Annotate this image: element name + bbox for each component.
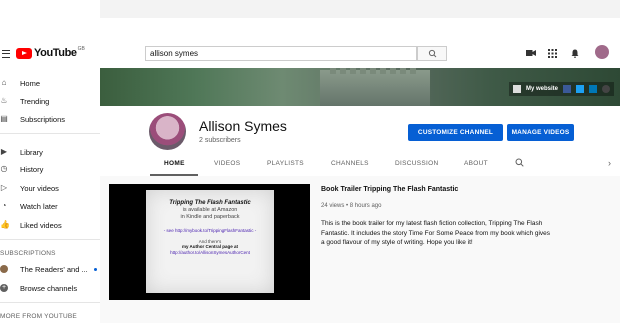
library-icon: ▶ bbox=[0, 147, 8, 156]
twitter-icon[interactable] bbox=[576, 85, 584, 93]
account-avatar[interactable] bbox=[595, 45, 609, 59]
plus-circle-icon: + bbox=[0, 284, 8, 292]
history-icon: ◷ bbox=[0, 164, 8, 173]
tab-channels[interactable]: CHANNELS bbox=[331, 160, 369, 167]
youtube-play-icon bbox=[16, 47, 32, 59]
banner-links: My website bbox=[508, 82, 614, 96]
flame-icon: ♨ bbox=[0, 96, 8, 105]
search-button[interactable] bbox=[417, 46, 447, 61]
home-icon: ⌂ bbox=[1, 78, 7, 87]
thumb-title: Tripping The Flash Fantastic bbox=[169, 200, 251, 206]
top-strip-shade bbox=[100, 0, 620, 18]
channel-avatar-icon bbox=[0, 265, 8, 273]
sidebar-item-label: Browse channels bbox=[20, 283, 78, 293]
video-description: This is the book trailer for my latest f… bbox=[321, 220, 551, 246]
notifications-icon[interactable] bbox=[571, 49, 579, 58]
channel-avatar bbox=[149, 113, 186, 150]
sidebar-item-label: Your videos bbox=[20, 183, 59, 193]
create-video-icon[interactable] bbox=[526, 49, 536, 57]
subscriptions-icon: ▤ bbox=[0, 114, 8, 123]
search-icon bbox=[428, 49, 437, 58]
thumbs-up-icon: 👍 bbox=[0, 220, 10, 229]
sidebar-item-trending[interactable]: ♨ Trending bbox=[0, 93, 100, 109]
tab-videos[interactable]: VIDEOS bbox=[214, 160, 240, 167]
sidebar-item-library[interactable]: ▶ Library bbox=[0, 144, 100, 160]
new-content-dot-icon bbox=[93, 267, 97, 271]
apps-icon[interactable] bbox=[548, 49, 557, 58]
subscriber-count: 2 subscribers bbox=[199, 137, 241, 144]
more-from-youtube-heading: MORE FROM YOUTUBE bbox=[0, 313, 77, 320]
youtube-logo[interactable]: YouTube GB bbox=[16, 46, 85, 59]
menu-icon[interactable] bbox=[2, 50, 10, 58]
tab-home[interactable]: HOME bbox=[164, 160, 185, 167]
clock-icon: ◔ bbox=[1, 201, 7, 210]
sidebar: ⌂ Home ♨ Trending ▤ Subscriptions ▶ Library … bbox=[0, 70, 100, 323]
sidebar-item-label: Library bbox=[20, 147, 43, 157]
search-input[interactable]: allison symes bbox=[145, 46, 417, 61]
channel-tabs: HOME VIDEOS PLAYLISTS CHANNELS DISCUSSIO… bbox=[100, 152, 620, 176]
sidebar-item-label: Subscriptions bbox=[20, 114, 66, 124]
thumb-line: is available at Amazon bbox=[182, 207, 238, 213]
sidebar-item-history[interactable]: ◷ History bbox=[0, 161, 100, 177]
tab-about[interactable]: ABOUT bbox=[464, 160, 488, 167]
browser-top-strip bbox=[0, 0, 620, 18]
sidebar-divider bbox=[0, 302, 100, 303]
play-icon: ▷ bbox=[0, 183, 8, 192]
video-title[interactable]: Book Trailer Tripping The Flash Fantasti… bbox=[321, 186, 458, 193]
manage-videos-button[interactable]: MANAGE VIDEOS bbox=[507, 124, 574, 141]
banner-castle-image bbox=[320, 68, 430, 106]
customize-channel-button[interactable]: CUSTOMIZE CHANNEL bbox=[408, 124, 503, 141]
website-link[interactable]: My website bbox=[526, 86, 558, 92]
chevron-right-icon[interactable]: › bbox=[608, 158, 611, 168]
website-icon bbox=[512, 85, 521, 93]
logo-text: YouTube bbox=[34, 47, 77, 59]
thumb-link: http://author.to/AllisonSymesAuthorCent bbox=[170, 250, 250, 255]
video-meta: 24 views • 8 hours ago bbox=[321, 203, 382, 209]
video-thumbnail-text: Tripping The Flash Fantastic is availabl… bbox=[146, 190, 274, 293]
sidebar-item-label: The Readers' and ... bbox=[20, 264, 88, 274]
tab-playlists[interactable]: PLAYLISTS bbox=[267, 160, 304, 167]
sidebar-item-browse-channels[interactable]: + Browse channels bbox=[0, 280, 100, 296]
sidebar-item-readers[interactable]: The Readers' and ... bbox=[0, 261, 100, 277]
sidebar-item-watch-later[interactable]: ◔ Watch later bbox=[0, 198, 100, 214]
sidebar-item-label: Home bbox=[20, 78, 41, 88]
thumb-line: my Author Central page at bbox=[181, 244, 239, 249]
sidebar-item-liked-videos[interactable]: 👍 Liked videos bbox=[0, 217, 100, 233]
thumb-link: - see http://mybook.to/TrippingFlashFant… bbox=[163, 228, 257, 233]
facebook-icon[interactable] bbox=[563, 85, 571, 93]
logo-country: GB bbox=[77, 46, 85, 52]
linkedin-icon[interactable] bbox=[589, 85, 597, 93]
tab-discussion[interactable]: DISCUSSION bbox=[395, 160, 438, 167]
channel-banner: My website bbox=[100, 68, 620, 106]
sidebar-item-home[interactable]: ⌂ Home bbox=[0, 75, 100, 91]
subscriptions-heading: SUBSCRIPTIONS bbox=[0, 250, 56, 257]
sidebar-item-your-videos[interactable]: ▷ Your videos bbox=[0, 180, 100, 196]
sidebar-item-label: Liked videos bbox=[20, 220, 62, 230]
channel-name: Allison Symes bbox=[199, 118, 287, 134]
sidebar-divider bbox=[0, 239, 100, 240]
sidebar-item-subscriptions[interactable]: ▤ Subscriptions bbox=[0, 111, 100, 127]
sidebar-item-label: Trending bbox=[20, 96, 50, 106]
other-social-icon[interactable] bbox=[602, 85, 610, 93]
sidebar-divider bbox=[0, 133, 100, 134]
sidebar-item-label: Watch later bbox=[20, 201, 58, 211]
thumb-line: in Kindle and paperback bbox=[180, 214, 240, 220]
sidebar-item-label: History bbox=[20, 164, 44, 174]
channel-search-icon[interactable] bbox=[515, 158, 524, 167]
